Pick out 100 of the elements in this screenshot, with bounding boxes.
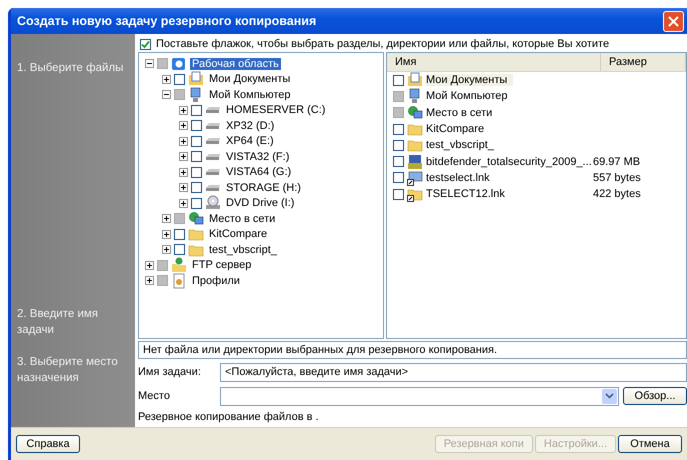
- installer-icon: [407, 154, 423, 170]
- plus-icon: [181, 154, 186, 160]
- close-button[interactable]: [663, 10, 684, 32]
- expand-toggle[interactable]: [179, 198, 188, 208]
- file-name[interactable]: test_vbscript_: [426, 139, 500, 152]
- tree-item[interactable]: Мой Компьютер: [207, 88, 293, 101]
- desktop-icon: [171, 56, 187, 72]
- tree-item[interactable]: test_vbscript_: [207, 244, 279, 256]
- tree-checkbox[interactable]: [191, 198, 202, 209]
- file-checkbox[interactable]: [393, 90, 404, 102]
- task-name-label: Имя задачи:: [138, 366, 202, 378]
- file-name[interactable]: Место в сети: [426, 106, 498, 119]
- tree-checkbox[interactable]: [157, 58, 168, 70]
- column-header[interactable]: Имя: [387, 53, 601, 71]
- tree-item[interactable]: HOMESERVER (C:): [224, 104, 328, 116]
- file-name[interactable]: Мои Документы: [426, 74, 514, 86]
- tree-checkbox[interactable]: [174, 213, 185, 224]
- tree-item[interactable]: Мои Документы: [207, 73, 292, 86]
- tree-checkbox[interactable]: [191, 166, 202, 178]
- plus-icon: [164, 232, 169, 237]
- expand-toggle[interactable]: [162, 230, 171, 239]
- tree-item[interactable]: Рабочая область: [190, 58, 281, 70]
- tree-checkbox[interactable]: [174, 244, 185, 256]
- tree-item[interactable]: Место в сети: [207, 212, 278, 225]
- expand-toggle[interactable]: [162, 74, 171, 84]
- ftp-server-icon: [171, 257, 187, 274]
- plus-icon: [181, 170, 186, 175]
- minus-icon: [147, 61, 152, 66]
- destination-combobox[interactable]: [220, 386, 619, 406]
- file-checkbox[interactable]: [393, 156, 404, 168]
- expand-toggle[interactable]: [179, 106, 188, 115]
- collapse-toggle[interactable]: [162, 90, 171, 100]
- file-checkbox[interactable]: [393, 74, 404, 86]
- plus-icon: [181, 138, 186, 144]
- tree-item[interactable]: DVD Drive (I:): [224, 197, 296, 210]
- tree-checkbox[interactable]: [174, 228, 185, 240]
- help-button[interactable]: Справка: [16, 435, 80, 453]
- collapse-toggle[interactable]: [145, 59, 154, 68]
- file-size: 69.97 MB: [593, 156, 640, 168]
- file-size: 557 bytes: [593, 172, 641, 184]
- documents-folder-icon: [188, 71, 204, 88]
- expand-toggle[interactable]: [162, 214, 171, 224]
- minus-icon: [164, 92, 169, 98]
- tree-checkbox[interactable]: [174, 89, 185, 100]
- tree-checkbox[interactable]: [157, 275, 168, 286]
- destination-label: Место: [138, 390, 171, 402]
- plus-icon: [181, 185, 186, 190]
- dialog-button[interactable]: Отмена: [618, 435, 682, 453]
- file-name[interactable]: KitCompare: [426, 123, 490, 136]
- file-checkbox[interactable]: [393, 107, 404, 118]
- network-globe-icon: [407, 104, 423, 121]
- plus-icon: [147, 262, 152, 268]
- expand-toggle[interactable]: [162, 245, 171, 254]
- column-header[interactable]: Размер: [601, 53, 686, 71]
- shortcut-icon: [407, 170, 423, 186]
- file-name[interactable]: Мой Компьютер: [426, 90, 514, 102]
- tree-checkbox[interactable]: [174, 74, 185, 85]
- plus-icon: [181, 108, 186, 113]
- expand-toggle[interactable]: [145, 260, 154, 270]
- window-title: Создать новую задачу резервного копирования: [17, 14, 316, 28]
- plus-icon: [164, 76, 169, 82]
- browse-button[interactable]: Обзор...: [623, 387, 687, 405]
- file-checkbox[interactable]: [393, 172, 404, 184]
- expand-toggle[interactable]: [145, 276, 154, 286]
- tree-item[interactable]: KitCompare: [207, 228, 270, 240]
- tree-checkbox[interactable]: [191, 151, 202, 162]
- tree-item[interactable]: XP32 (D:): [224, 120, 276, 132]
- tree-checkbox[interactable]: [191, 136, 202, 147]
- instruction-text: Поставьте флажок, чтобы выбрать разделы, директории или файлы, которые Вы хотите: [156, 38, 610, 50]
- file-checkbox[interactable]: [393, 124, 404, 135]
- select-checkbox[interactable]: [140, 38, 151, 50]
- network-globe-icon: [188, 210, 204, 227]
- destination-info: Резервное копирование файлов в .: [138, 410, 320, 425]
- expand-toggle[interactable]: [179, 168, 188, 177]
- close-icon: [668, 16, 679, 26]
- file-name[interactable]: testselect.lnk: [426, 172, 496, 184]
- tree-item[interactable]: VISTA32 (F:): [224, 150, 292, 163]
- plus-icon: [164, 247, 169, 252]
- tree-checkbox[interactable]: [157, 260, 168, 271]
- step-label: 3. Выберите место назначения: [17, 355, 119, 386]
- tree-item[interactable]: FTP сервер: [190, 259, 254, 272]
- file-size: 422 bytes: [593, 188, 641, 200]
- task-name-field[interactable]: <Пожалуйста, введите имя задачи>: [220, 362, 687, 382]
- expand-toggle[interactable]: [179, 136, 188, 146]
- expand-toggle[interactable]: [179, 152, 188, 162]
- file-checkbox[interactable]: [393, 140, 404, 151]
- tree-checkbox[interactable]: [191, 120, 202, 132]
- plus-icon: [147, 278, 152, 284]
- expand-toggle[interactable]: [179, 121, 188, 130]
- tree-item[interactable]: XP64 (E:): [224, 135, 276, 148]
- documents-folder-icon: [407, 72, 423, 88]
- tree-item[interactable]: STORAGE (H:): [224, 182, 303, 194]
- tree-item[interactable]: VISTA64 (G:): [224, 166, 294, 178]
- expand-toggle[interactable]: [179, 183, 188, 192]
- file-name[interactable]: TSELECT12.lnk: [426, 188, 511, 200]
- tree-checkbox[interactable]: [191, 182, 202, 194]
- tree-item[interactable]: Профили: [190, 274, 242, 287]
- plus-icon: [164, 216, 169, 222]
- tree-checkbox[interactable]: [191, 104, 202, 116]
- file-checkbox[interactable]: [393, 188, 404, 200]
